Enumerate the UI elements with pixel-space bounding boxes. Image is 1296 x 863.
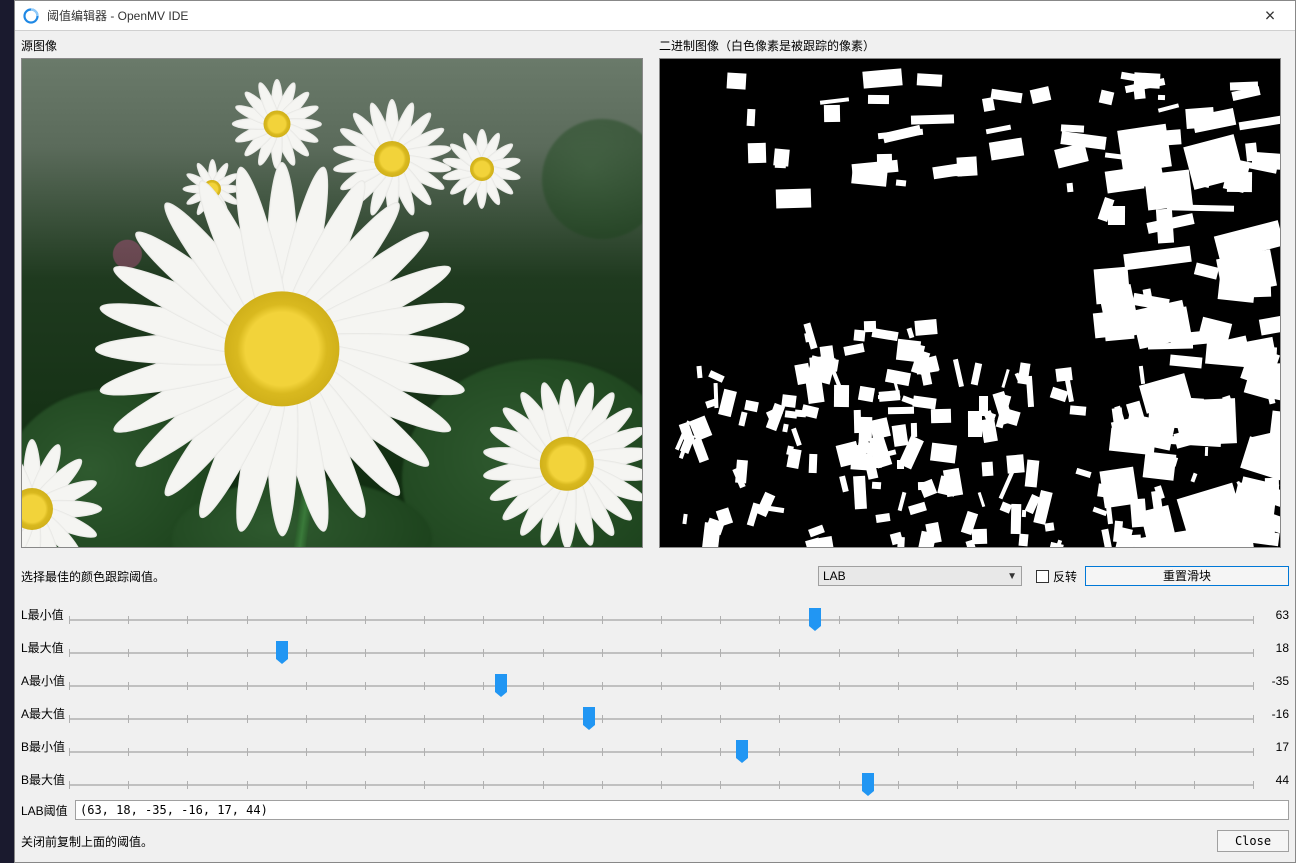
source-image [21, 58, 643, 548]
content-area: 源图像 [15, 31, 1295, 862]
reset-sliders-button[interactable]: 重置滑块 [1085, 566, 1289, 586]
close-button[interactable]: Close [1217, 830, 1289, 852]
threshold-editor-window: 阈值编辑器 - OpenMV IDE × 源图像 [14, 0, 1296, 863]
titlebar: 阈值编辑器 - OpenMV IDE × [15, 1, 1295, 31]
slider-thumb[interactable] [809, 608, 821, 626]
slider-value: 17 [1261, 740, 1289, 754]
window-close-button[interactable]: × [1255, 5, 1285, 26]
invert-label: 反转 [1053, 568, 1077, 585]
colorspace-dropdown[interactable]: LAB ▼ [818, 566, 1022, 586]
slider-row: B最大值 44 [21, 763, 1289, 796]
slider-value: 44 [1261, 773, 1289, 787]
slider-thumb[interactable] [495, 674, 507, 692]
slider-row: A最小值 -35 [21, 664, 1289, 697]
invert-checkbox[interactable] [1036, 570, 1049, 583]
slider-thumb[interactable] [276, 641, 288, 659]
slider-row: L最大值 18 [21, 631, 1289, 664]
slider-label: L最大值 [21, 639, 69, 656]
lab-threshold-field[interactable]: (63, 18, -35, -16, 17, 44) [75, 800, 1289, 820]
slider-track[interactable] [69, 704, 1253, 724]
slider-value: -16 [1261, 707, 1289, 721]
slider-label: A最大值 [21, 705, 69, 722]
slider-row: L最小值 63 [21, 598, 1289, 631]
slider-value: 18 [1261, 641, 1289, 655]
footer-hint: 关闭前复制上面的阈值。 [21, 833, 153, 850]
slider-row: B最小值 17 [21, 730, 1289, 763]
slider-value: -35 [1261, 674, 1289, 688]
instruction-text: 选择最佳的颜色跟踪阈值。 [21, 568, 810, 585]
slider-track[interactable] [69, 770, 1253, 790]
slider-label: L最小值 [21, 606, 69, 623]
slider-track[interactable] [69, 671, 1253, 691]
window-title: 阈值编辑器 - OpenMV IDE [47, 7, 188, 24]
slider-thumb[interactable] [736, 740, 748, 758]
slider-value: 63 [1261, 608, 1289, 622]
slider-label: B最大值 [21, 771, 69, 788]
dropdown-arrow-icon: ▼ [1007, 571, 1017, 582]
lab-threshold-label: LAB阈值 [21, 802, 69, 819]
sliders-panel: L最小值 63 L最大值 18 A最小值 -35 A最大值 -16 B最小值 17 B最大值 44 [21, 598, 1289, 796]
colorspace-selected: LAB [823, 569, 846, 583]
slider-thumb[interactable] [583, 707, 595, 725]
slider-label: B最小值 [21, 738, 69, 755]
slider-track[interactable] [69, 737, 1253, 757]
app-icon [23, 8, 39, 24]
slider-label: A最小值 [21, 672, 69, 689]
slider-row: A最大值 -16 [21, 697, 1289, 730]
binary-image [659, 58, 1281, 548]
slider-track[interactable] [69, 638, 1253, 658]
binary-image-label: 二进制图像（白色像素是被跟踪的像素） [659, 35, 1289, 58]
slider-track[interactable] [69, 605, 1253, 625]
source-image-label: 源图像 [21, 35, 651, 58]
slider-thumb[interactable] [862, 773, 874, 791]
